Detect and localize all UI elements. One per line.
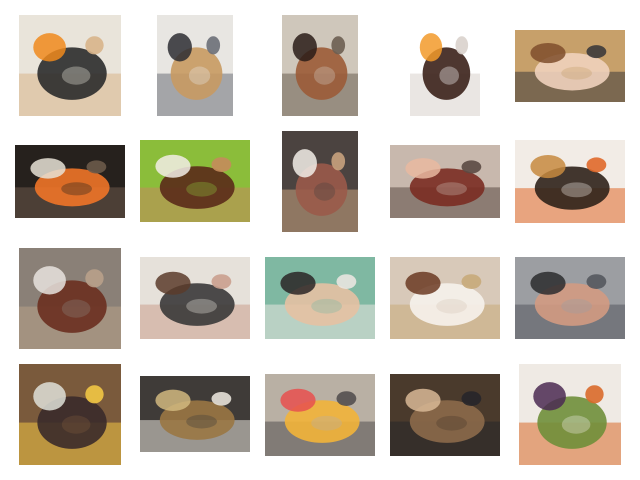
photo-gallery <box>0 0 640 480</box>
plated-dinner-drink-image <box>19 248 121 349</box>
chocolate-cookies-plate-image <box>282 15 358 116</box>
photo-thumbnail[interactable] <box>265 374 375 456</box>
photo-thumbnail[interactable] <box>515 140 625 223</box>
man-holding-tray-of-food-image <box>157 15 233 116</box>
plate-with-greens-berries-image <box>519 364 621 465</box>
photo-thumbnail[interactable] <box>157 15 233 116</box>
photo-thumbnail[interactable] <box>390 374 500 456</box>
photo-thumbnail[interactable] <box>265 257 375 339</box>
photo-thumbnail[interactable] <box>140 257 250 339</box>
photo-thumbnail[interactable] <box>140 376 250 452</box>
cooking-pot-tacos-image <box>19 364 121 465</box>
photo-thumbnail[interactable] <box>519 364 621 465</box>
photo-thumbnail[interactable] <box>410 15 480 116</box>
photo-thumbnail[interactable] <box>515 257 625 339</box>
muffins-in-tin-image <box>140 376 250 452</box>
photo-thumbnail[interactable] <box>19 364 121 465</box>
woman-with-glasses-image <box>140 257 250 339</box>
man-with-cardboard-box-image <box>390 374 500 456</box>
photo-thumbnail[interactable] <box>282 131 358 232</box>
closeup-eating-food-image <box>390 145 500 218</box>
photo-thumbnail[interactable] <box>19 248 121 349</box>
cake-slice-plates-image <box>282 131 358 232</box>
man-eating-snack-image <box>515 30 625 102</box>
woman-eating-donut-image <box>265 257 375 339</box>
donuts-with-sprinkles-image <box>515 140 625 223</box>
photo-thumbnail[interactable] <box>140 140 250 222</box>
chocolate-truffles-orange-image <box>410 15 480 116</box>
photo-thumbnail[interactable] <box>282 15 358 116</box>
photo-thumbnail[interactable] <box>19 15 121 116</box>
photo-thumbnail[interactable] <box>15 145 125 218</box>
photo-thumbnail[interactable] <box>515 30 625 102</box>
chopping-carrots-image <box>15 145 125 218</box>
photo-thumbnail[interactable] <box>390 257 500 339</box>
dessert-on-green-placemat-image <box>140 140 250 222</box>
photo-thumbnail[interactable] <box>390 145 500 218</box>
collage-oranges-pie-cake-image <box>19 15 121 116</box>
kitchen-stove-cooking-image <box>265 374 375 456</box>
man-at-keyboard-image <box>515 257 625 339</box>
donut-on-paper-bags-image <box>390 257 500 339</box>
